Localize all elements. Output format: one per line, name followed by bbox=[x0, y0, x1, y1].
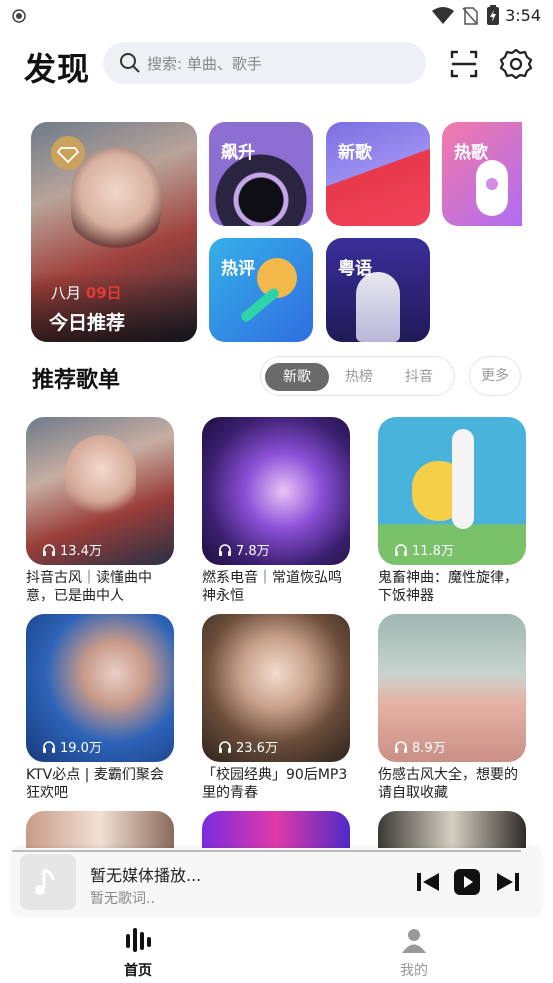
play-count: 13.4万 bbox=[60, 544, 102, 559]
bottom-nav: 首页 我的 bbox=[0, 920, 553, 983]
headphones-icon bbox=[395, 544, 407, 556]
equalizer-icon bbox=[126, 928, 151, 952]
next-icon[interactable] bbox=[494, 868, 522, 896]
album-art-placeholder bbox=[20, 854, 76, 910]
mini-player[interactable]: 暂无媒体播放... 暂无歌词.. bbox=[12, 848, 541, 916]
nav-home-label: 首页 bbox=[124, 963, 152, 979]
diamond-badge bbox=[51, 136, 85, 170]
playlist-card[interactable]: 7.8万 燃系电音｜常道恢弘鸣神永恒 bbox=[202, 417, 350, 605]
settings-gear-icon[interactable] bbox=[498, 46, 534, 82]
playlist-cover[interactable] bbox=[378, 811, 526, 851]
play-count: 8.9万 bbox=[412, 741, 446, 756]
nav-mine-label: 我的 bbox=[400, 963, 428, 979]
playlist-cover[interactable] bbox=[202, 811, 350, 851]
diamond-icon bbox=[56, 147, 80, 164]
play-count: 7.8万 bbox=[236, 544, 270, 559]
soaring-label: 飙升 bbox=[221, 143, 255, 163]
record-indicator-icon bbox=[12, 9, 26, 23]
playlist-tab-group: 新歌 热榜 抖音 bbox=[260, 356, 455, 396]
playlist-name: 鬼畜神曲：魔性旋律，下饭神器 bbox=[378, 570, 518, 604]
new-songs-tile[interactable]: 新歌 bbox=[326, 122, 430, 226]
playlist-card[interactable]: 11.8万 鬼畜神曲：魔性旋律，下饭神器 bbox=[378, 417, 526, 605]
headphones-icon bbox=[219, 544, 231, 556]
cantonese-tile[interactable]: 粤语 bbox=[326, 238, 430, 342]
hot-comments-label: 热评 bbox=[221, 259, 255, 279]
daily-recommend-tile[interactable]: 八月 09日 今日推荐 bbox=[31, 122, 197, 342]
play-count: 11.8万 bbox=[412, 544, 454, 559]
headphones-icon bbox=[219, 741, 231, 753]
playlist-card[interactable]: 13.4万 抖音古风｜读懂曲中意，已是曲中人 bbox=[26, 417, 174, 605]
playlist-cover: 8.9万 bbox=[378, 614, 526, 762]
search-placeholder: 搜索: 单曲、歌手 bbox=[147, 55, 262, 73]
playlist-cover: 19.0万 bbox=[26, 614, 174, 762]
battery-icon bbox=[487, 5, 499, 25]
playlist-cover[interactable] bbox=[26, 811, 174, 851]
section-title: 推荐歌单 bbox=[32, 368, 121, 393]
playlist-cover: 13.4万 bbox=[26, 417, 174, 565]
headphones-icon bbox=[395, 741, 407, 753]
no-sim-icon bbox=[462, 7, 478, 25]
playlist-cover: 11.8万 bbox=[378, 417, 526, 565]
playlist-card[interactable]: 19.0万 KTV必点 | 麦霸们聚会狂欢吧 bbox=[26, 614, 174, 802]
more-button[interactable]: 更多 bbox=[469, 356, 521, 396]
playlist-name: 「校园经典」90后MP3里的青春 bbox=[202, 767, 348, 801]
music-note-icon bbox=[35, 868, 55, 895]
play-count: 19.0万 bbox=[60, 741, 102, 756]
daily-day: 09日 bbox=[85, 284, 122, 302]
daily-recommend-label: 今日推荐 bbox=[49, 312, 126, 334]
nav-home[interactable]: 首页 bbox=[98, 926, 178, 980]
user-icon bbox=[402, 929, 426, 953]
playlist-card[interactable]: 23.6万 「校园经典」90后MP3里的青春 bbox=[202, 614, 350, 802]
playlist-name: 燃系电音｜常道恢弘鸣神永恒 bbox=[202, 570, 342, 604]
status-bar: 3:54 bbox=[0, 0, 553, 32]
headphones-icon bbox=[43, 544, 55, 556]
playlist-name: KTV必点 | 麦霸们聚会狂欢吧 bbox=[26, 767, 164, 801]
play-icon[interactable] bbox=[453, 868, 481, 896]
cantonese-label: 粤语 bbox=[338, 259, 372, 279]
hot-songs-tile[interactable]: 热歌 bbox=[442, 122, 522, 226]
playlist-name: 抖音古风｜读懂曲中意，已是曲中人 bbox=[26, 570, 152, 604]
soaring-chart-tile[interactable]: 飙升 bbox=[209, 122, 313, 226]
playlist-name: 伤感古风大全，想要的请自取收藏 bbox=[378, 767, 518, 801]
hot-comments-tile[interactable]: 热评 bbox=[209, 238, 313, 342]
wifi-icon bbox=[432, 7, 454, 24]
playlist-cover: 23.6万 bbox=[202, 614, 350, 762]
tab-new[interactable]: 新歌 bbox=[265, 363, 329, 391]
new-songs-label: 新歌 bbox=[338, 143, 372, 163]
play-count: 23.6万 bbox=[236, 741, 278, 756]
daily-month: 八月 bbox=[51, 284, 82, 302]
player-lyrics: 暂无歌词.. bbox=[90, 891, 155, 907]
tab-hot[interactable]: 热榜 bbox=[327, 363, 391, 391]
scan-icon[interactable] bbox=[446, 46, 482, 82]
nav-mine[interactable]: 我的 bbox=[374, 926, 454, 980]
hooded-figure-art bbox=[356, 272, 400, 342]
headphones-icon bbox=[43, 741, 55, 753]
playlist-cover: 7.8万 bbox=[202, 417, 350, 565]
search-icon bbox=[120, 53, 140, 73]
clock: 3:54 bbox=[505, 6, 541, 25]
page-title: 发现 bbox=[24, 50, 91, 88]
playlist-card[interactable]: 8.9万 伤感古风大全，想要的请自取收藏 bbox=[378, 614, 526, 802]
progress-track bbox=[12, 850, 521, 852]
hot-songs-label: 热歌 bbox=[454, 143, 488, 163]
previous-icon[interactable] bbox=[414, 868, 442, 896]
player-title: 暂无媒体播放... bbox=[90, 866, 202, 885]
tab-douyin[interactable]: 抖音 bbox=[387, 363, 451, 391]
search-bar[interactable]: 搜索: 单曲、歌手 bbox=[103, 42, 426, 84]
